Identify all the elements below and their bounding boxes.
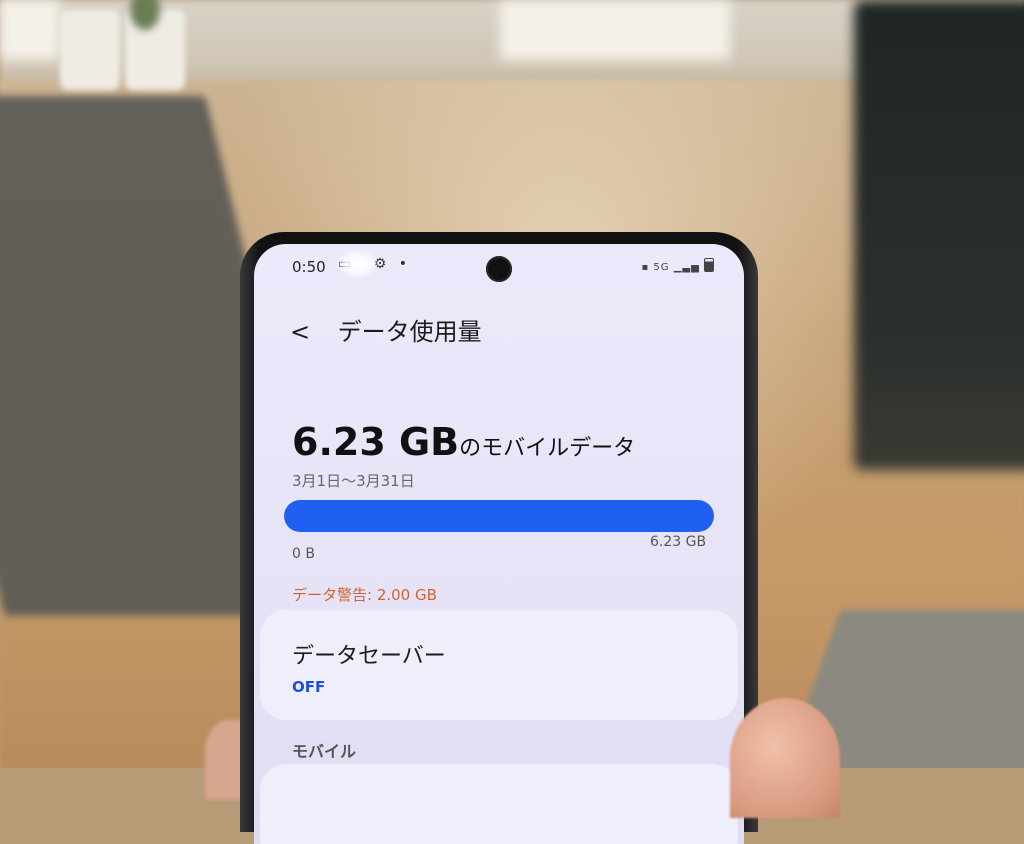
background-window bbox=[0, 0, 60, 60]
battery-icon bbox=[704, 258, 714, 272]
usage-amount: 6.23 GB bbox=[292, 420, 460, 464]
phone-screen: 0:50 ▭ ⚙ • ▪ 5G ▁▃▅ < データ使用量 6.23 GBのモバイ… bbox=[254, 244, 744, 844]
background-window bbox=[500, 0, 730, 60]
data-saver-card[interactable]: データセーバー OFF bbox=[260, 610, 738, 720]
data-saver-title: データセーバー bbox=[292, 644, 446, 669]
bar-min-label: 0 B bbox=[292, 546, 315, 562]
status-system-icons: ▪ 5G ▁▃▅ bbox=[641, 258, 714, 273]
mobile-section-label: モバイル bbox=[292, 742, 357, 761]
hand-finger-right bbox=[730, 698, 840, 818]
front-camera bbox=[486, 256, 512, 282]
status-time: 0:50 bbox=[292, 258, 326, 276]
status-bar: 0:50 ▭ ⚙ • ▪ 5G ▁▃▅ bbox=[254, 244, 744, 288]
plant-pot bbox=[60, 10, 120, 90]
data-saver-state: OFF bbox=[292, 678, 326, 696]
app-header: < データ使用量 bbox=[290, 312, 482, 347]
background-dark-furniture bbox=[854, 0, 1024, 470]
page-title: データ使用量 bbox=[337, 318, 482, 346]
usage-progress-bar bbox=[284, 500, 714, 532]
usage-suffix: のモバイルデータ bbox=[459, 436, 636, 461]
volte-icon: ▪ bbox=[641, 262, 650, 273]
light-glare bbox=[338, 250, 378, 278]
usage-period: 3月1日～3月31日 bbox=[292, 472, 415, 490]
phone: 0:50 ▭ ⚙ • ▪ 5G ▁▃▅ < データ使用量 6.23 GBのモバイ… bbox=[240, 232, 758, 844]
bar-max-label: 6.23 GB bbox=[650, 534, 707, 550]
usage-progress-fill bbox=[284, 500, 714, 532]
network-5g-icon: 5G bbox=[653, 262, 670, 273]
back-button[interactable]: < bbox=[290, 318, 320, 346]
dot-icon: • bbox=[398, 256, 407, 272]
signal-icon: ▁▃▅ bbox=[673, 262, 700, 273]
usage-summary: 6.23 GBのモバイルデータ bbox=[292, 420, 635, 464]
data-warning: データ警告: 2.00 GB bbox=[292, 586, 437, 604]
mobile-card[interactable] bbox=[260, 764, 738, 844]
